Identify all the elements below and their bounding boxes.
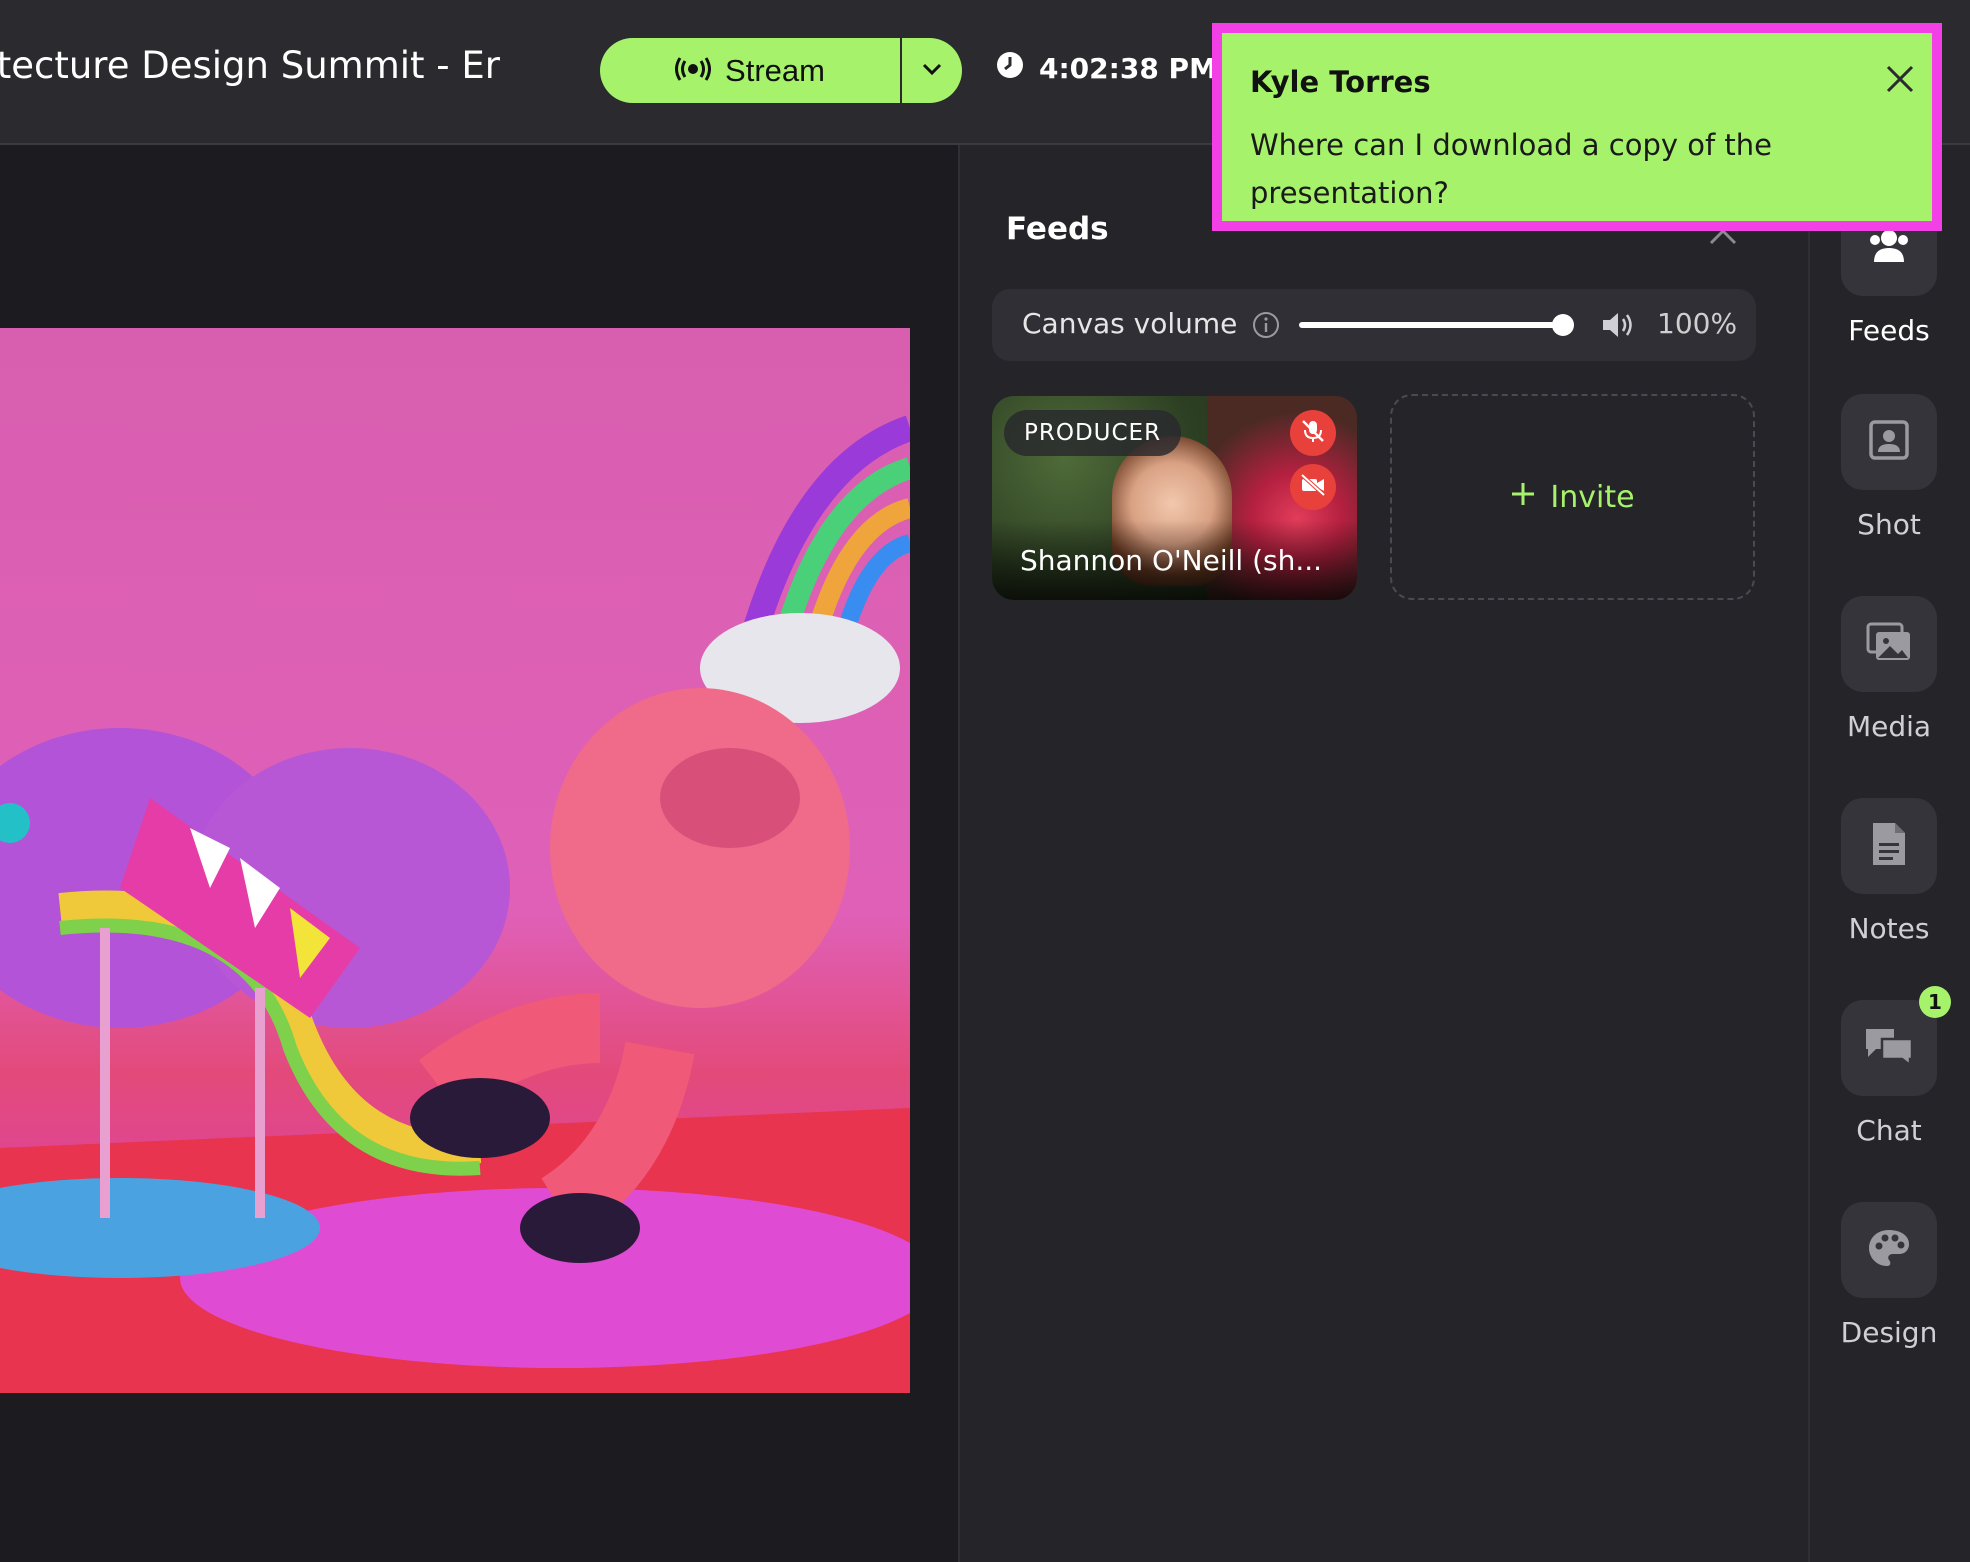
mic-off-icon [1300, 418, 1326, 448]
rail-item-chat[interactable]: 1 Chat [1808, 986, 1970, 1147]
volume-slider-thumb[interactable] [1552, 314, 1574, 336]
images-icon [1866, 622, 1912, 666]
clock-time: 4:02:38 PM [1039, 52, 1217, 85]
camera-off-button[interactable] [1290, 464, 1336, 510]
invite-button[interactable]: Invite [1390, 394, 1755, 600]
canvas-volume-label: Canvas volume [1022, 307, 1238, 340]
chat-message-toast[interactable]: Kyle Torres Where can I download a copy … [1212, 23, 1942, 231]
rail-label: Design [1840, 1316, 1938, 1349]
rail-button-design[interactable] [1841, 1202, 1937, 1298]
rail-button-notes[interactable] [1841, 798, 1937, 894]
panel-title: Feeds [1006, 211, 1109, 247]
clock-icon [995, 50, 1025, 87]
rail-button-shot[interactable] [1841, 394, 1937, 490]
toast-close-button[interactable] [1882, 61, 1922, 101]
palette-icon [1867, 1228, 1911, 1272]
session-clock: 4:02:38 PM [995, 50, 1217, 87]
volume-percent: 100% [1657, 307, 1738, 340]
feed-card[interactable]: PRODUCER Shannon O'Neill (sh... [992, 396, 1357, 600]
close-icon [1708, 217, 1738, 250]
rail-item-design[interactable]: Design [1808, 1202, 1970, 1349]
rail-label: Feeds [1848, 314, 1930, 347]
toast-sender-name: Kyle Torres [1250, 65, 1431, 99]
volume-slider-track[interactable] [1299, 322, 1563, 328]
chat-unread-badge: 1 [1919, 986, 1951, 1018]
close-icon [1882, 65, 1918, 101]
stream-button[interactable]: Stream [600, 38, 900, 103]
invite-label: Invite [1550, 479, 1635, 515]
portrait-frame-icon [1867, 418, 1911, 466]
rail-label: Chat [1856, 1114, 1922, 1147]
chat-bubbles-icon [1864, 1025, 1914, 1071]
broadcast-icon [675, 53, 712, 89]
rail-button-media[interactable] [1841, 596, 1937, 692]
stream-label: Stream [725, 52, 825, 88]
camera-off-icon [1299, 473, 1327, 501]
speaker-icon[interactable] [1600, 309, 1636, 345]
rail-item-media[interactable]: Media [1808, 596, 1970, 743]
rail-label: Notes [1848, 912, 1930, 945]
rail-item-notes[interactable]: Notes [1808, 798, 1970, 945]
role-badge: PRODUCER [1004, 410, 1182, 456]
toast-message: Where can I download a copy of the prese… [1250, 128, 1772, 210]
info-icon[interactable] [1252, 311, 1280, 343]
feed-participant-name: Shannon O'Neill (sh... [1020, 544, 1323, 577]
mic-muted-button[interactable] [1290, 410, 1336, 456]
rail-item-shot[interactable]: Shot [1808, 394, 1970, 541]
canvas-volume-row: Canvas volume 100% [992, 289, 1756, 361]
rail-button-chat[interactable]: 1 [1841, 986, 1951, 1096]
people-icon [1866, 226, 1912, 270]
document-icon [1871, 821, 1907, 871]
rail-label: Shot [1857, 508, 1921, 541]
event-title: itecture Design Summit - Er [0, 44, 500, 87]
chevron-down-icon [921, 61, 943, 80]
canvas-preview-image [0, 328, 910, 1393]
plus-icon [1510, 480, 1536, 515]
rail-label: Media [1846, 710, 1932, 743]
